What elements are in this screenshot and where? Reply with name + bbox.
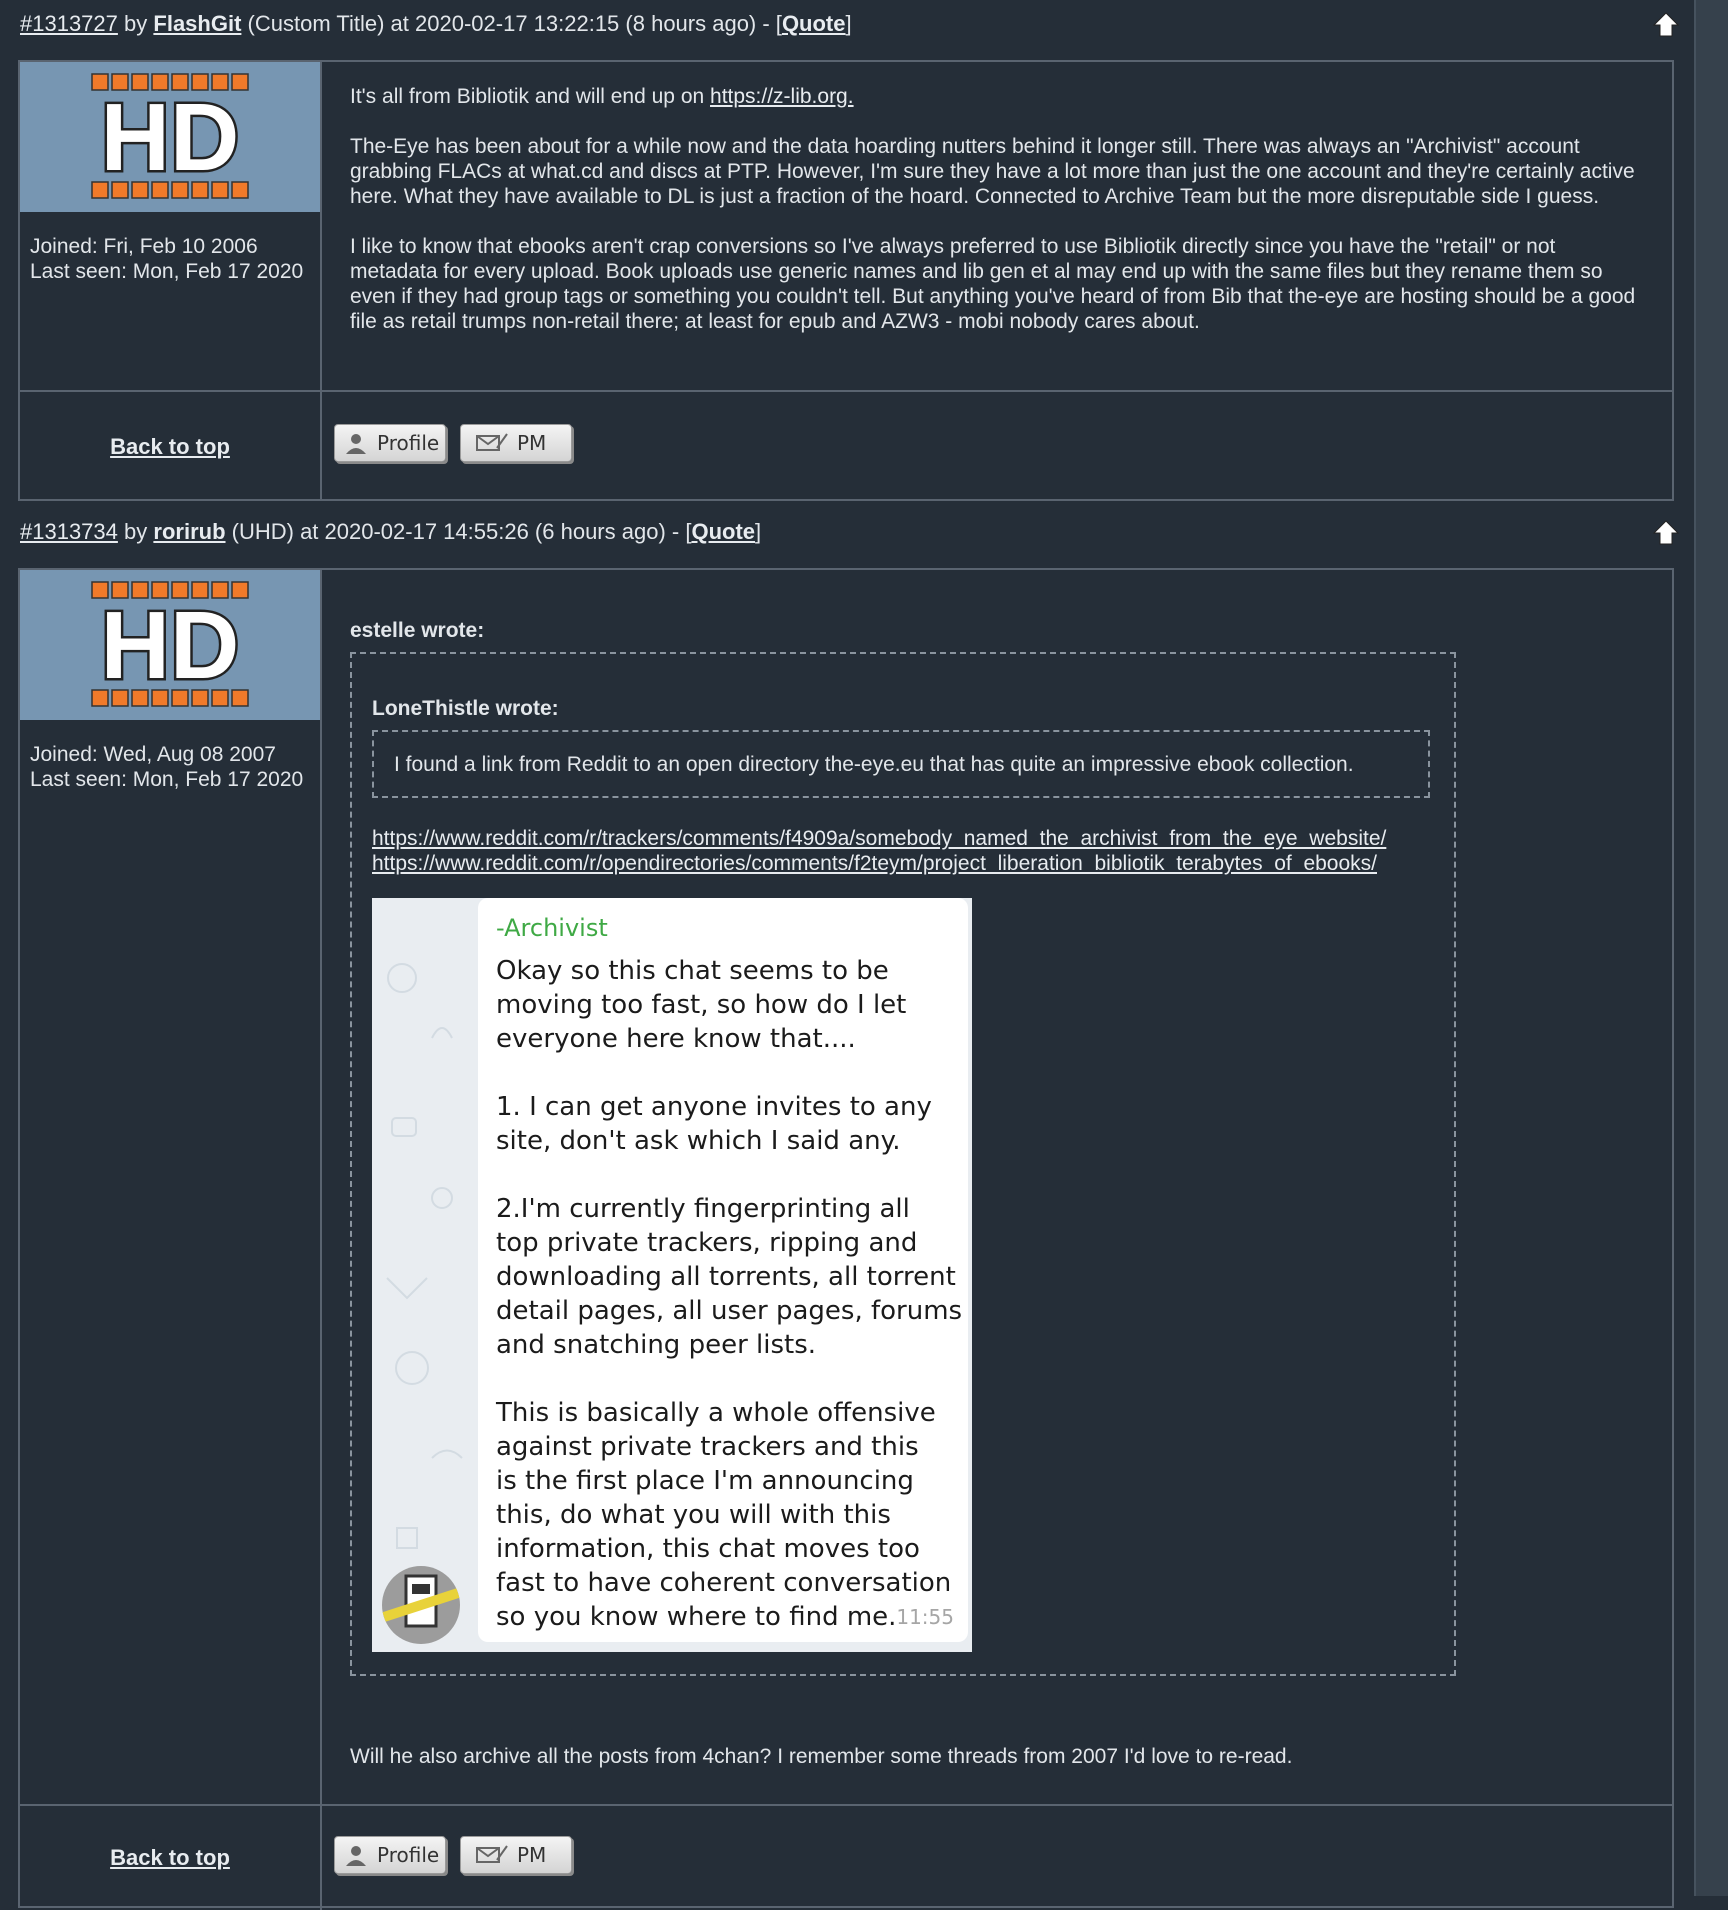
chat-avatar — [382, 1566, 460, 1644]
author-link[interactable]: FlashGit — [153, 11, 241, 36]
back-to-top-link[interactable]: Back to top — [110, 1845, 230, 1870]
scroll-up-icon[interactable] — [1652, 519, 1680, 547]
paragraph-text: It's all from Bibliotik and will end up … — [350, 85, 711, 108]
avatar: HD — [20, 570, 320, 720]
profile-icon — [346, 1846, 366, 1866]
scroll-up-icon[interactable] — [1652, 11, 1680, 39]
quote-link[interactable]: Quote — [691, 519, 755, 544]
post-paragraph: I like to know that ebooks aren't crap c… — [350, 235, 1636, 333]
profile-button[interactable]: Profile — [334, 1836, 446, 1874]
pm-button-label: PM — [517, 431, 547, 455]
page-scrollbar[interactable] — [1694, 0, 1728, 1896]
quote-author: LoneThistle wrote: — [372, 697, 559, 720]
hd-logo-icon: HD — [91, 73, 249, 199]
post-table: HD Joined: Fri, Feb 10 2006 Last seen: M… — [18, 60, 1674, 501]
reddit-link[interactable]: https://www.reddit.com/r/trackers/commen… — [372, 827, 1386, 850]
quote-link[interactable]: Quote — [782, 11, 846, 36]
profile-button[interactable]: Profile — [334, 424, 446, 462]
last-seen-date: Last seen: Mon, Feb 17 2020 — [30, 260, 304, 283]
chat-screenshot: -Archivist Okay so this chat seems to be… — [372, 898, 972, 1652]
hd-logo-icon: HD — [91, 581, 249, 707]
pm-button[interactable]: PM — [460, 424, 572, 462]
chat-message: Okay so this chat seems to be moving too… — [496, 956, 963, 1632]
post-table: HD Joined: Wed, Aug 08 2007 Last seen: M… — [18, 568, 1674, 1910]
svg-text:HD: HD — [101, 592, 240, 699]
chat-bubble: -Archivist Okay so this chat seems to be… — [478, 898, 968, 1642]
profile-icon — [346, 434, 366, 454]
joined-date: Joined: Wed, Aug 08 2007 — [30, 743, 276, 766]
svg-text:HD: HD — [101, 84, 240, 191]
profile-button-label: Profile — [377, 1843, 440, 1867]
author-column: HD Joined: Fri, Feb 10 2006 Last seen: M… — [20, 62, 322, 390]
post-paragraph: It's all from Bibliotik and will end up … — [350, 84, 1644, 109]
message-icon — [476, 1845, 508, 1863]
chat-time: 11:55 — [896, 1605, 954, 1629]
last-seen-date: Last seen: Mon, Feb 17 2020 — [30, 768, 304, 791]
post-header: #1313734 by rorirub (UHD) at 2020-02-17 … — [20, 515, 1680, 549]
zlib-link[interactable]: https://z-lib.org. — [710, 85, 854, 108]
bracket-close: ] — [755, 519, 762, 544]
pm-button[interactable]: PM — [460, 1836, 572, 1874]
message-icon — [476, 433, 508, 451]
profile-button-label: Profile — [377, 431, 440, 455]
by-text: by — [124, 519, 148, 544]
reddit-links: https://www.reddit.com/r/trackers/commen… — [372, 826, 1386, 876]
by-text: by — [124, 11, 148, 36]
post-id-link[interactable]: #1313727 — [20, 11, 118, 36]
quote-author: estelle wrote: — [350, 619, 485, 642]
back-to-top-cell: Back to top — [20, 392, 322, 501]
avatar: HD — [20, 62, 320, 212]
joined-date: Joined: Fri, Feb 10 2006 — [30, 235, 258, 258]
pm-button-label: PM — [517, 1843, 547, 1867]
post-header: #1313727 by FlashGit (Custom Title) at 2… — [20, 7, 1680, 41]
reply-text: Will he also archive all the posts from … — [350, 1745, 1293, 1768]
outer-quote: LoneThistle wrote: I found a link from R… — [350, 652, 1456, 1676]
post-meta: (Custom Title) at 2020-02-17 13:22:15 (8… — [247, 11, 782, 36]
chat-pattern-icon — [386, 963, 463, 1549]
back-to-top-cell: Back to top — [20, 1806, 322, 1910]
back-to-top-link[interactable]: Back to top — [110, 434, 230, 459]
post-meta: (UHD) at 2020-02-17 14:55:26 (6 hours ag… — [231, 519, 692, 544]
archivist-avatar-icon — [382, 1574, 460, 1628]
inner-quote: I found a link from Reddit to an open di… — [372, 730, 1430, 798]
user-meta: Joined: Wed, Aug 08 2007 Last seen: Mon,… — [20, 720, 320, 792]
bracket-close: ] — [845, 11, 852, 36]
inner-quote-text: I found a link from Reddit to an open di… — [394, 753, 1354, 776]
author-link[interactable]: rorirub — [153, 519, 225, 544]
author-column: HD Joined: Wed, Aug 08 2007 Last seen: M… — [20, 570, 322, 1804]
reddit-link[interactable]: https://www.reddit.com/r/opendirectories… — [372, 852, 1377, 875]
post-body: It's all from Bibliotik and will end up … — [324, 62, 1672, 390]
post-id-link[interactable]: #1313734 — [20, 519, 118, 544]
post-paragraph: The-Eye has been about for a while now a… — [350, 135, 1635, 208]
post-body: estelle wrote: LoneThistle wrote: I foun… — [324, 570, 1672, 1804]
user-meta: Joined: Fri, Feb 10 2006 Last seen: Mon,… — [20, 212, 320, 284]
chat-sender: -Archivist — [496, 914, 608, 942]
